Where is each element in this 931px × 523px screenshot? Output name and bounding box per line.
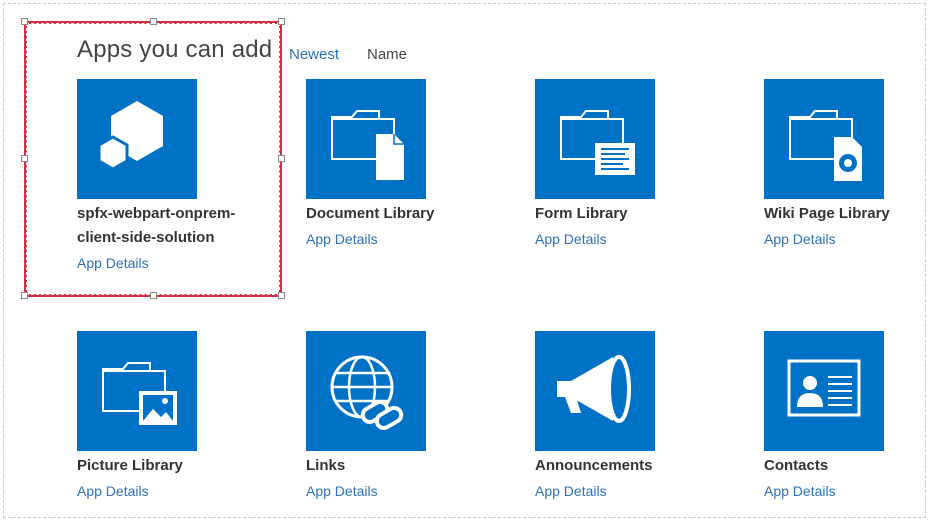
selection-handle[interactable]	[21, 155, 28, 162]
app-tile-contacts[interactable]	[764, 331, 884, 451]
app-tile-document-library[interactable]	[306, 79, 426, 199]
document-library-icon	[331, 110, 404, 180]
selection-handle[interactable]	[278, 18, 285, 25]
app-title[interactable]: Wiki Page Library	[764, 202, 890, 226]
selection-handle[interactable]	[21, 292, 28, 299]
app-title-line1[interactable]: spfx-webpart-onprem-	[77, 202, 235, 226]
app-title[interactable]: Announcements	[535, 454, 653, 478]
form-library-icon	[560, 110, 635, 175]
selection-handle[interactable]	[278, 292, 285, 299]
app-title[interactable]: Contacts	[764, 454, 828, 478]
picture-library-icon	[102, 362, 177, 425]
app-tile-form-library[interactable]	[535, 79, 655, 199]
app-title[interactable]: Links	[306, 454, 345, 478]
selection-handle[interactable]	[150, 18, 157, 25]
app-title-line2[interactable]: client-side-solution	[77, 226, 215, 250]
wiki-page-library-icon	[789, 110, 862, 181]
app-title[interactable]: Document Library	[306, 202, 434, 226]
app-details-link[interactable]: App Details	[535, 231, 607, 247]
selection-handle[interactable]	[278, 155, 285, 162]
announcements-icon	[557, 355, 631, 423]
app-tile-spfx[interactable]	[77, 79, 197, 199]
app-tile-links[interactable]	[306, 331, 426, 451]
app-details-link[interactable]: App Details	[77, 483, 149, 499]
app-details-link[interactable]: App Details	[764, 483, 836, 499]
sort-name-link[interactable]: Name	[367, 46, 407, 63]
app-details-link[interactable]: App Details	[764, 231, 836, 247]
app-tile-wiki-page-library[interactable]	[764, 79, 884, 199]
links-icon	[330, 355, 404, 430]
page-title: Apps you can add	[77, 36, 273, 63]
sort-newest-link[interactable]: Newest	[289, 46, 339, 63]
spfx-package-icon	[97, 101, 163, 171]
app-title[interactable]: Form Library	[535, 202, 628, 226]
app-details-link[interactable]: App Details	[306, 231, 378, 247]
app-tile-announcements[interactable]	[535, 331, 655, 451]
app-details-link[interactable]: App Details	[77, 255, 149, 271]
app-tile-picture-library[interactable]	[77, 331, 197, 451]
app-details-link[interactable]: App Details	[306, 483, 378, 499]
app-title[interactable]: Picture Library	[77, 454, 183, 478]
contacts-icon	[787, 359, 861, 417]
app-details-link[interactable]: App Details	[535, 483, 607, 499]
selection-handle[interactable]	[150, 292, 157, 299]
selection-handle[interactable]	[21, 18, 28, 25]
